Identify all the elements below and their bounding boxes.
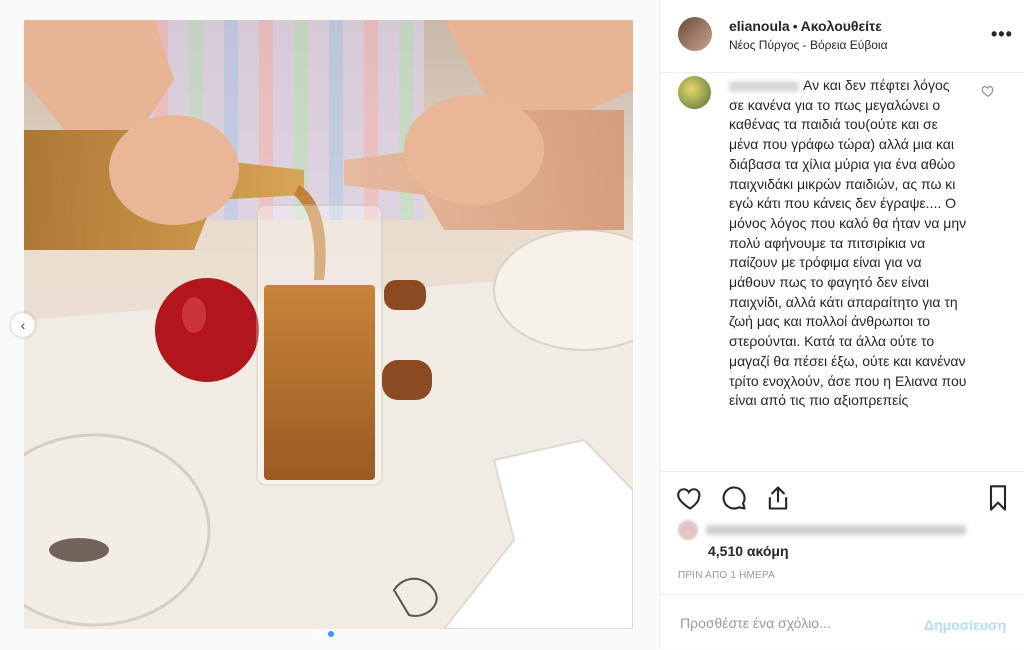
add-comment-bar: Δημοσίευση bbox=[660, 594, 1024, 650]
liked-by-text-blurred bbox=[706, 525, 966, 535]
post-actions-bar bbox=[660, 471, 1024, 524]
comments-list[interactable]: Αν και δεν πέφτει λόγος σε κανένα για το… bbox=[660, 73, 1024, 471]
author-username[interactable]: elianoula bbox=[729, 18, 790, 34]
post-location[interactable]: Νέος Πύργος - Βόρεια Εύβοια bbox=[729, 38, 888, 52]
post-comment-button[interactable]: Δημοσίευση bbox=[924, 617, 1006, 633]
bookmark-icon[interactable] bbox=[984, 484, 1012, 512]
likes-count[interactable]: 4,510 ακόμη bbox=[708, 543, 789, 559]
comment-text: Αν και δεν πέφτει λόγος σε κανένα για το… bbox=[729, 77, 971, 409]
carousel-indicator bbox=[318, 631, 334, 637]
share-icon[interactable] bbox=[764, 484, 792, 512]
author-line: elianoula • Ακολουθείτε bbox=[729, 18, 882, 34]
post-timestamp: ΠΡΙΝ ΑΠΟ 1 ΗΜΕΡΑ bbox=[678, 570, 775, 581]
more-options-button[interactable]: ••• bbox=[991, 24, 1013, 45]
carousel-dot bbox=[318, 631, 324, 637]
commenter-username-blurred[interactable] bbox=[729, 80, 799, 92]
follow-status[interactable]: Ακολουθείτε bbox=[801, 18, 882, 34]
liker-avatar bbox=[678, 520, 698, 540]
commenter-avatar[interactable] bbox=[678, 76, 711, 109]
previous-photo-button[interactable]: ‹ bbox=[11, 313, 35, 337]
post-header: elianoula • Ακολουθείτε Νέος Πύργος - Βόρε… bbox=[660, 0, 1024, 73]
comment-icon[interactable] bbox=[720, 484, 748, 512]
liked-by-row[interactable] bbox=[678, 518, 1008, 542]
like-comment-heart-icon[interactable] bbox=[981, 84, 995, 98]
separator-bullet: • bbox=[792, 18, 798, 34]
chevron-left-icon: ‹ bbox=[20, 317, 26, 333]
post-details-panel: elianoula • Ακολουθείτε Νέος Πύργος - Βόρε… bbox=[659, 0, 1024, 649]
carousel-dot-active bbox=[328, 631, 334, 637]
more-dots-icon: ••• bbox=[991, 24, 1013, 44]
comment: Αν και δεν πέφτει λόγος σε κανένα για το… bbox=[729, 76, 967, 411]
comment-input[interactable] bbox=[678, 607, 912, 639]
post-photo[interactable] bbox=[24, 20, 633, 629]
heart-icon[interactable] bbox=[676, 484, 704, 512]
author-avatar[interactable] bbox=[678, 17, 712, 51]
media-panel: ‹ bbox=[0, 0, 659, 649]
